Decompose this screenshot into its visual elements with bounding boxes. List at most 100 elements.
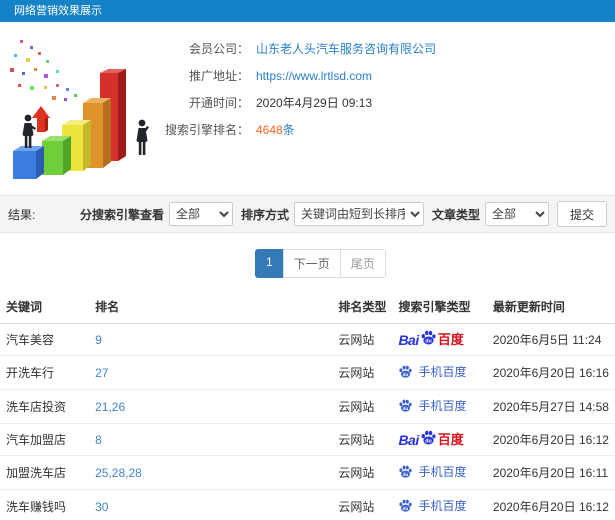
keyword-cell: 汽车加盟店 <box>0 423 90 456</box>
promotion-url-link[interactable]: https://www.lrtlsd.com <box>256 69 372 83</box>
table-row: 洗车赚钱吗 30 云网站 du 手机百度 2020年6月20日 16:12 <box>0 489 615 520</box>
baidu-bai-text: Bai <box>398 331 419 348</box>
baidu-logo: Bai du 百度 <box>398 330 464 348</box>
engine-cell: du 手机百度 <box>392 389 487 424</box>
rank-cell: 25,28,28 <box>89 455 333 490</box>
engine-cell: du 手机百度 <box>392 489 487 520</box>
table-row: 汽车加盟店 8 云网站 Bai du 百度 2020年6月20日 16:12 <box>0 423 615 456</box>
keyword-cell: 加盟洗车店 <box>0 455 90 490</box>
rank-link[interactable]: 25,28,28 <box>95 466 142 480</box>
table-row: 汽车美容 9 云网站 Bai du 百度 2020年6月5日 11:24 <box>0 323 615 356</box>
mobile-baidu-text: 手机百度 <box>418 465 467 479</box>
rank-cell: 21,26 <box>89 389 333 424</box>
submit-button[interactable]: 提交 <box>556 201 607 227</box>
baidu-paw-icon: du <box>399 399 413 412</box>
bar-green <box>42 136 71 175</box>
mobile-baidu-logo: du 手机百度 <box>398 397 466 414</box>
sort-label: 排序方式 <box>240 207 289 222</box>
bar-blue <box>13 146 44 179</box>
header-rank: 排名 <box>89 290 333 324</box>
updated-cell: 2020年6月20日 16:16 <box>486 355 615 390</box>
svg-text:du: du <box>425 438 431 444</box>
mobile-baidu-logo: du 手机百度 <box>398 463 466 480</box>
result-label: 结果: <box>8 207 36 222</box>
rank-type-cell: 云网站 <box>332 323 393 356</box>
svg-text:du: du <box>403 406 409 411</box>
header-updated: 最新更新时间 <box>486 290 615 324</box>
table-header-row: 关键词 排名 排名类型 搜索引擎类型 最新更新时间 <box>0 290 615 324</box>
table-row: 洗车店投资 21,26 云网站 du 手机百度 2020年5月27日 14:58 <box>0 389 615 424</box>
engine-cell: du 手机百度 <box>392 355 487 390</box>
baidu-logo: Bai du 百度 <box>398 430 464 448</box>
last-page-button[interactable]: 尾页 <box>339 249 386 278</box>
header-rank-type: 排名类型 <box>332 290 393 324</box>
member-company-link[interactable]: 山东老人头汽车服务咨询有限公司 <box>256 40 436 57</box>
article-type-select[interactable]: 全部 <box>484 202 549 226</box>
svg-text:du: du <box>425 338 431 344</box>
page-1-button[interactable]: 1 <box>255 249 284 278</box>
baidu-paw-icon: du <box>421 430 436 444</box>
engine-filter-select[interactable]: 全部 <box>168 202 233 226</box>
search-engine-rank-count-label: 搜索引擎排名： <box>164 123 249 137</box>
article-type-label: 文章类型 <box>431 207 480 222</box>
results-table: 关键词 排名 排名类型 搜索引擎类型 最新更新时间 汽车美容 9 云网站 Bai du… <box>0 290 615 520</box>
page-title: 网络营销效果展示 <box>14 5 102 17</box>
engine-cell: du 手机百度 <box>392 455 487 490</box>
header-engine-type: 搜索引擎类型 <box>392 290 487 324</box>
rank-count-unit: 条 <box>282 123 295 137</box>
header-keyword: 关键词 <box>0 290 90 324</box>
mobile-baidu-text: 手机百度 <box>418 399 467 413</box>
sort-select[interactable]: 关键词由短到长排序 <box>293 202 424 226</box>
rank-cell: 27 <box>89 355 333 390</box>
baidu-paw-icon: du <box>399 465 413 478</box>
mobile-baidu-text: 手机百度 <box>418 499 467 513</box>
baidu-cn-text: 百度 <box>437 332 464 347</box>
updated-cell: 2020年6月20日 16:11 <box>486 455 615 490</box>
pagination: 1 下一页 尾页 <box>255 249 386 278</box>
keyword-cell: 洗车赚钱吗 <box>0 489 90 520</box>
rank-link[interactable]: 9 <box>95 333 102 347</box>
svg-text:du: du <box>403 472 409 477</box>
rank-type-cell: 云网站 <box>332 489 393 520</box>
search-engine-rank-count: 4648条 <box>256 121 295 138</box>
mobile-baidu-logo: du 手机百度 <box>398 497 466 514</box>
businessman-right <box>136 119 149 155</box>
rank-link[interactable]: 21,26 <box>95 400 125 414</box>
updated-cell: 2020年6月5日 11:24 <box>486 323 615 356</box>
baidu-bai-text: Bai <box>398 431 419 448</box>
info-list: 会员公司： 山东老人头汽车服务咨询有限公司推广地址： https://www.lrt… <box>163 40 615 148</box>
rank-link[interactable]: 30 <box>95 500 108 514</box>
promotion-url-link-label: 推广地址： <box>188 69 249 83</box>
info-row: 会员公司： 山东老人头汽车服务咨询有限公司 <box>163 40 615 58</box>
rank-type-cell: 云网站 <box>332 455 393 490</box>
rank-link[interactable]: 27 <box>95 366 108 380</box>
baidu-cn-text: 百度 <box>437 432 464 447</box>
rank-type-cell: 云网站 <box>332 423 393 456</box>
baidu-paw-icon: du <box>399 365 413 378</box>
rank-type-cell: 云网站 <box>332 355 393 390</box>
page-header: 网络营销效果展示 <box>0 0 615 22</box>
table-row: 开洗车行 27 云网站 du 手机百度 2020年6月20日 16:16 <box>0 355 615 390</box>
rank-cell: 30 <box>89 489 333 520</box>
engine-cell: Bai du 百度 <box>392 423 487 456</box>
summary-section: 会员公司： 山东老人头汽车服务咨询有限公司推广地址： https://www.lrt… <box>0 22 615 195</box>
updated-cell: 2020年5月27日 14:58 <box>486 389 615 424</box>
info-row: 开通时间： 2020年4月29日 09:13 <box>163 94 615 112</box>
svg-text:du: du <box>403 372 409 377</box>
opening-time-value: 2020年4月29日 09:13 <box>256 96 373 110</box>
rank-cell: 8 <box>89 423 333 456</box>
rank-link[interactable]: 8 <box>95 433 102 447</box>
keyword-cell: 开洗车行 <box>0 355 90 390</box>
next-page-button[interactable]: 下一页 <box>282 249 341 278</box>
info-row: 搜索引擎排名： 4648条 <box>163 121 615 139</box>
mobile-baidu-text: 手机百度 <box>418 365 467 379</box>
updated-cell: 2020年6月20日 16:12 <box>486 423 615 456</box>
table-row: 加盟洗车店 25,28,28 云网站 du 手机百度 2020年6月20日 16:11 <box>0 455 615 490</box>
keyword-cell: 洗车店投资 <box>0 389 90 424</box>
table-body: 汽车美容 9 云网站 Bai du 百度 2020年6月5日 11:24 开洗车行 27 云网… <box>0 323 615 520</box>
rank-type-cell: 云网站 <box>332 389 393 424</box>
baidu-paw-icon: du <box>399 499 413 512</box>
bar-chart-illustration <box>10 40 149 179</box>
filter-bar: 结果: 分搜索引擎查看 全部 排序方式 关键词由短到长排序 文章类型 全部 提交 <box>0 195 615 233</box>
rank-count-number: 4648 <box>256 123 283 137</box>
